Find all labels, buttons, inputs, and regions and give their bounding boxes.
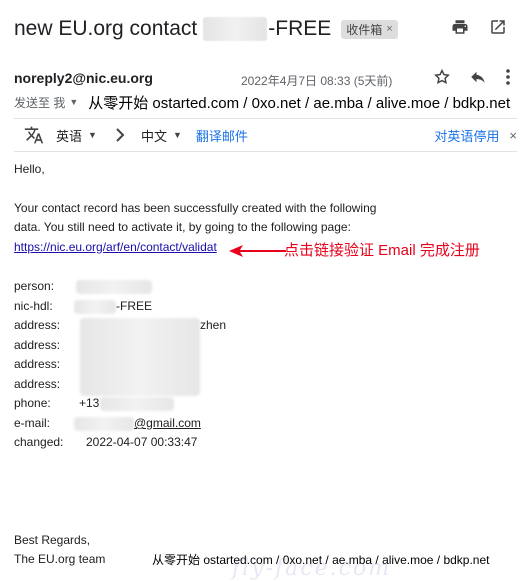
address-label-4: address:: [14, 377, 61, 391]
inbox-label-chip[interactable]: 收件箱 ×: [341, 19, 398, 39]
recipient-label: 发送至 我: [14, 95, 66, 110]
nic-hdl-value: -FREE: [116, 299, 152, 313]
subject-actions: [451, 18, 507, 36]
sender-address[interactable]: noreply2@nic.eu.org: [14, 70, 153, 86]
annotation-arrow-icon: [229, 245, 286, 257]
nic-hdl-label: nic-hdl:: [14, 299, 53, 313]
email-redaction: [74, 417, 134, 431]
recipient-row: 发送至 我 ▼ 从零开始 ostarted.com / 0xo.net / ae…: [14, 92, 510, 112]
email-date: 2022年4月7日 08:33 (5天前): [241, 74, 393, 88]
source-language-caret-icon: ▼: [88, 130, 97, 140]
address-label-1: address:: [14, 318, 61, 332]
translate-direction-arrow-icon: [115, 128, 125, 142]
changed-label: changed:: [14, 435, 64, 449]
contact-email-link[interactable]: @gmail.com: [134, 416, 201, 430]
subject-suffix: -FREE: [268, 17, 332, 40]
email-label: e-mail:: [14, 416, 51, 430]
person-label: person:: [14, 279, 55, 293]
translate-message-link[interactable]: 翻译邮件: [196, 126, 248, 145]
translate-bar-right: 对英语停用 ×: [434, 126, 517, 145]
faint-watermark: fly-face.com: [232, 556, 392, 581]
greeting: Hello,: [14, 162, 45, 176]
address-redaction: [80, 318, 200, 396]
body-paragraph-line-1: Your contact record has been successfull…: [14, 200, 377, 215]
source-language-select[interactable]: 英语 ▼: [56, 126, 97, 145]
star-icon[interactable]: [433, 68, 451, 86]
translate-bar: 英语 ▼ 中文 ▼ 翻译邮件 对英语停用 ×: [14, 118, 517, 152]
address-label-2: address:: [14, 338, 61, 352]
reply-icon[interactable]: [469, 68, 487, 86]
watermark-banner-top: 从零开始 ostarted.com / 0xo.net / ae.mba / a…: [88, 94, 511, 112]
phone-value: +13: [79, 396, 100, 410]
print-icon[interactable]: [451, 18, 469, 36]
nic-hdl-redaction: [74, 300, 116, 314]
message-actions: [433, 68, 511, 86]
target-language-caret-icon: ▼: [172, 130, 182, 140]
target-language-select[interactable]: 中文 ▼: [141, 126, 182, 145]
sender-row: noreply2@nic.eu.org 2022年4月7日 08:33 (5天前…: [14, 68, 511, 90]
recipient-details-caret-icon[interactable]: ▼: [69, 97, 78, 107]
close-translate-bar-icon[interactable]: ×: [509, 128, 517, 143]
phone-redaction: [100, 397, 174, 411]
subject-row: new EU.org contact -FREE 收件箱 ×: [14, 14, 515, 44]
subject-prefix: new EU.org contact: [14, 17, 198, 40]
address-label-3: address:: [14, 357, 61, 371]
remove-label-icon[interactable]: ×: [386, 23, 392, 35]
translate-icon: [24, 125, 44, 145]
subject-redaction: [203, 17, 268, 41]
inbox-label-text: 收件箱: [346, 22, 383, 37]
more-options-icon[interactable]: [505, 68, 511, 86]
body-paragraph-line-2: data. You still need to activate it, by …: [14, 220, 351, 234]
validation-link[interactable]: https://nic.eu.org/arf/en/contact/valida…: [14, 240, 217, 254]
phone-label: phone:: [14, 396, 51, 410]
annotation-text: 点击链接验证 Email 完成注册: [284, 242, 480, 259]
person-redaction: [76, 280, 152, 294]
signature-regards: Best Regards,: [14, 533, 91, 547]
email-subject: new EU.org contact -FREE: [14, 17, 331, 41]
address-1-value: zhen: [200, 318, 227, 332]
disable-translation-link[interactable]: 对英语停用: [434, 126, 499, 145]
source-language-label: 英语: [56, 128, 83, 144]
open-in-new-window-icon[interactable]: [489, 18, 507, 36]
signature-team: The EU.org team: [14, 552, 106, 566]
target-language-label: 中文: [140, 128, 167, 144]
changed-value: 2022-04-07 00:33:47: [86, 435, 198, 449]
